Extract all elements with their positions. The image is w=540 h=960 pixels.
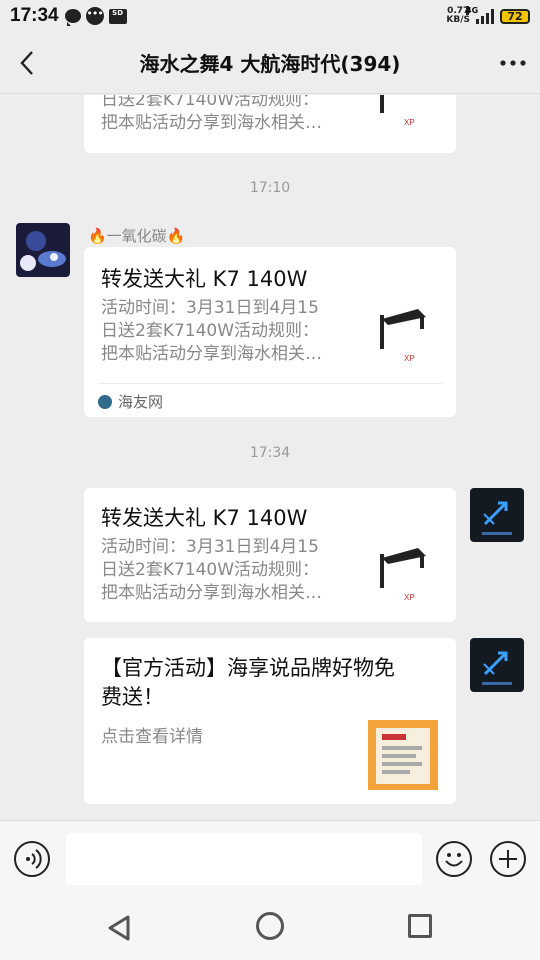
voice-button[interactable] bbox=[14, 841, 50, 877]
chat-header: 海水之舞4 大航海时代(394) bbox=[0, 32, 540, 94]
message-input[interactable] bbox=[66, 833, 422, 885]
avatar[interactable] bbox=[470, 488, 524, 542]
product-thumbnail bbox=[368, 720, 438, 790]
emoji-icon bbox=[445, 853, 463, 867]
link-card[interactable]: 转发送大礼 K7 140W 活动时间：3月31日到4月15 日送2套K7140W… bbox=[84, 247, 456, 417]
signal-icon: 4G bbox=[466, 5, 494, 24]
nav-recent-icon[interactable] bbox=[408, 914, 432, 938]
link-card[interactable]: 【官方活动】海享说品牌好物免 费送！ 点击查看详情 bbox=[84, 638, 456, 804]
sender-name: 🔥一氧化碳🔥 bbox=[88, 227, 186, 245]
more-notifications-icon: ••• bbox=[85, 7, 104, 25]
sender-avatar-icon bbox=[16, 223, 70, 277]
product-thumbnail: XP bbox=[380, 95, 438, 127]
svg-text:XP: XP bbox=[404, 354, 415, 363]
own-avatar-icon bbox=[470, 638, 524, 692]
system-navigation-bar bbox=[0, 896, 540, 960]
plus-icon bbox=[499, 850, 517, 868]
back-icon bbox=[20, 50, 33, 75]
avatar[interactable] bbox=[16, 223, 70, 277]
input-bar bbox=[0, 820, 540, 896]
more-button[interactable] bbox=[486, 32, 540, 94]
back-button[interactable] bbox=[0, 32, 54, 94]
card-divider bbox=[98, 383, 442, 384]
link-card[interactable]: 转发送大礼 K7 140W 活动时间：3月31日到4月15 日送2套K7140W… bbox=[84, 488, 456, 622]
chat-notification-icon bbox=[64, 9, 81, 26]
timestamp: 17:34 bbox=[249, 445, 291, 461]
avatar[interactable] bbox=[470, 638, 524, 692]
link-card[interactable]: 日送2套K7140W活动规则： 把本贴活动分享到海水相关… XP bbox=[84, 95, 456, 153]
product-thumbnail: XP bbox=[380, 309, 426, 363]
more-actions-button[interactable] bbox=[490, 841, 526, 877]
site-logo-icon bbox=[98, 394, 112, 409]
timestamp: 17:10 bbox=[249, 180, 291, 196]
sd-card-icon: SD bbox=[108, 8, 127, 24]
more-icon bbox=[500, 59, 526, 66]
emoji-button[interactable] bbox=[436, 841, 472, 877]
product-thumbnail: XP bbox=[380, 548, 426, 602]
voice-icon bbox=[26, 849, 42, 869]
svg-text:XP: XP bbox=[404, 118, 415, 127]
message-list[interactable]: 日送2套K7140W活动规则： 把本贴活动分享到海水相关… XP 17:10 🔥… bbox=[0, 95, 540, 820]
status-time: 17:34 bbox=[10, 5, 59, 26]
card-source: 海友网 bbox=[98, 391, 163, 412]
own-avatar-icon bbox=[470, 488, 524, 542]
nav-home-icon[interactable] bbox=[256, 912, 284, 940]
chat-title: 海水之舞4 大航海时代(394) bbox=[139, 52, 401, 76]
status-bar: 17:34 ••• SD 0.77 KB/S 4G 72 bbox=[0, 0, 540, 32]
battery-icon: 72 bbox=[500, 8, 530, 24]
nav-back-icon[interactable] bbox=[104, 912, 136, 944]
svg-text:XP: XP bbox=[404, 593, 415, 602]
